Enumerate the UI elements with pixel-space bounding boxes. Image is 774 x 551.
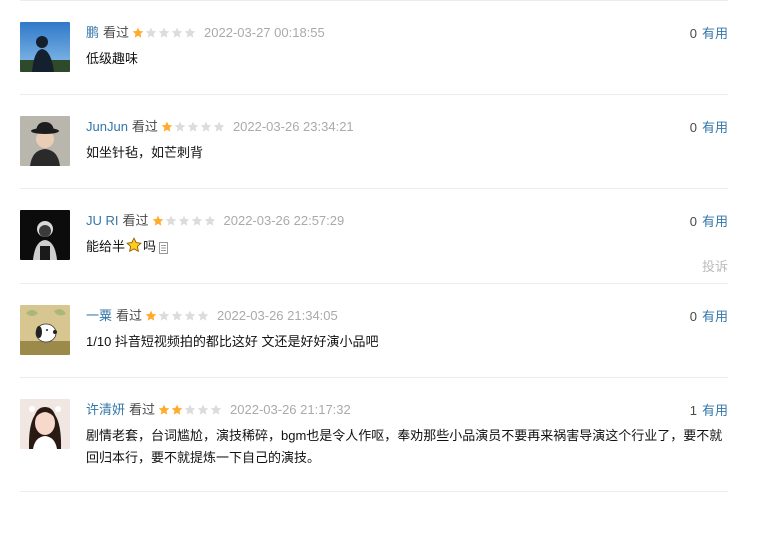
- star-rating: [158, 404, 223, 416]
- username-link[interactable]: 鹏: [86, 22, 99, 44]
- avatar-girl-portrait-icon: [20, 399, 70, 449]
- comment-time[interactable]: 2022-03-26 21:34:05: [217, 305, 338, 327]
- vote-count: 0: [689, 214, 697, 229]
- star-empty-icon: [158, 310, 170, 321]
- comment-item: JU RI 看过 2022-03-26 22:57:29 能给半 吗 0 有用 投诉: [20, 189, 728, 284]
- star-empty-icon: [187, 121, 199, 132]
- avatar[interactable]: [20, 399, 70, 449]
- star-empty-icon: [184, 310, 196, 321]
- comment-text: 剧情老套，台词尴尬，演技稀碎，bgm也是令人作呕，奉劝那些小品演员不要再来祸害导…: [86, 428, 723, 465]
- avatar-child-hat-icon: [20, 116, 70, 166]
- comment-text: 能给半 吗: [86, 236, 728, 261]
- watch-status: 看过: [122, 213, 149, 228]
- star-empty-icon: [184, 404, 196, 415]
- avatar-silhouette-sky-icon: [20, 22, 70, 72]
- comment-time[interactable]: 2022-03-26 23:34:21: [233, 116, 354, 138]
- comment-item: 一粟 看过 2022-03-26 21:34:05 1/10 抖音短视频拍的都比…: [20, 284, 728, 378]
- copy-icon: [159, 239, 169, 261]
- star-rating: [145, 310, 210, 322]
- comment-time[interactable]: 2022-03-26 22:57:29: [224, 210, 345, 232]
- star-empty-icon: [184, 27, 196, 38]
- comment-time[interactable]: 2022-03-27 00:18:55: [204, 22, 325, 44]
- star-filled-icon: [158, 404, 170, 415]
- star-filled-icon: [171, 404, 183, 415]
- comment-item: 许清妍 看过 2022-03-26 21:17:32 剧情老套，台词尴尬，演技稀…: [20, 378, 728, 492]
- comment-text-part: 吗: [143, 239, 157, 254]
- star-empty-icon: [171, 27, 183, 38]
- star-empty-icon: [197, 310, 209, 321]
- watch-status: 看过: [103, 25, 130, 40]
- useful-button[interactable]: 有用: [702, 120, 728, 135]
- star-empty-icon: [213, 121, 225, 132]
- star-empty-icon: [191, 215, 202, 226]
- avatar[interactable]: [20, 116, 70, 166]
- comment-text: 如坐针毡，如芒刺背: [86, 145, 204, 160]
- watch-status: 看过: [131, 119, 158, 134]
- star-empty-icon: [204, 215, 215, 226]
- vote-count: 0: [689, 26, 697, 41]
- vote-area: 0 有用: [690, 307, 728, 327]
- vote-count: 0: [689, 120, 697, 135]
- avatar[interactable]: [20, 22, 70, 72]
- comment-list: 鹏 看过 2022-03-27 00:18:55 低级趣味 0 有用 JunJun: [20, 0, 728, 492]
- report-link[interactable]: 投诉: [702, 256, 728, 275]
- vote-count: 1: [689, 403, 697, 418]
- star-rating: [161, 121, 226, 133]
- username-link[interactable]: 许清妍: [86, 399, 125, 421]
- vote-count: 0: [689, 309, 697, 324]
- useful-button[interactable]: 有用: [702, 309, 728, 324]
- star-empty-icon: [171, 310, 183, 321]
- star-emoji-icon: [126, 237, 142, 260]
- comment-time[interactable]: 2022-03-26 21:17:32: [230, 399, 351, 421]
- useful-button[interactable]: 有用: [702, 403, 728, 418]
- username-link[interactable]: 一粟: [86, 305, 112, 327]
- star-empty-icon: [197, 404, 209, 415]
- star-empty-icon: [165, 215, 176, 226]
- star-empty-icon: [174, 121, 186, 132]
- star-empty-icon: [200, 121, 212, 132]
- watch-status: 看过: [116, 308, 143, 323]
- useful-button[interactable]: 有用: [702, 26, 728, 41]
- star-empty-icon: [158, 27, 170, 38]
- comment-item: 鹏 看过 2022-03-27 00:18:55 低级趣味 0 有用: [20, 1, 728, 95]
- useful-button[interactable]: 有用: [702, 214, 728, 229]
- star-empty-icon: [178, 215, 189, 226]
- star-filled-icon: [161, 121, 173, 132]
- watch-status: 看过: [129, 402, 156, 417]
- username-link[interactable]: JU RI: [86, 210, 119, 232]
- star-filled-icon: [145, 310, 157, 321]
- username-link[interactable]: JunJun: [86, 116, 128, 138]
- star-empty-icon: [210, 404, 222, 415]
- vote-area: 0 有用: [690, 24, 728, 44]
- star-rating: [132, 27, 197, 39]
- comment-text-part: 能给半: [86, 239, 126, 254]
- avatar[interactable]: [20, 305, 70, 355]
- star-empty-icon: [145, 27, 157, 38]
- star-filled-icon: [152, 215, 163, 226]
- avatar-snoopy-icon: [20, 305, 70, 355]
- avatar[interactable]: [20, 210, 70, 260]
- comment-item: JunJun 看过 2022-03-26 23:34:21 如坐针毡，如芒刺背 …: [20, 95, 728, 189]
- vote-area: 0 有用: [690, 118, 728, 138]
- star-filled-icon: [132, 27, 144, 38]
- comment-text: 1/10 抖音短视频拍的都比这好 文还是好好演小品吧: [86, 334, 379, 349]
- avatar-dark-portrait-icon: [20, 210, 70, 260]
- comment-text: 低级趣味: [86, 51, 139, 66]
- vote-area: 1 有用: [690, 401, 728, 421]
- star-rating: [152, 215, 217, 227]
- vote-area: 0 有用: [690, 212, 728, 232]
